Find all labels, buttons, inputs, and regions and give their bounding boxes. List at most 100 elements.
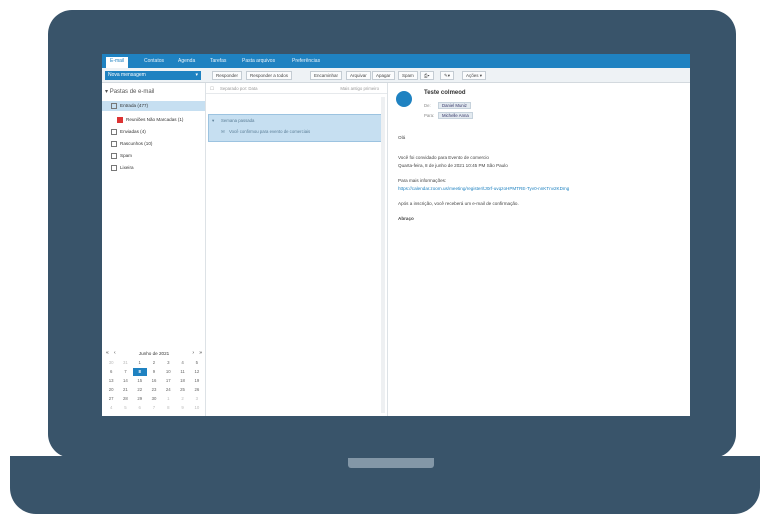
tab-tasks[interactable]: Tarefas [206,57,230,66]
prev-month-icon[interactable]: ‹ [114,349,116,358]
folder-sidebar: ▾ Pastas de e-mail Entrada (477) Reuniõe… [102,83,206,416]
print-icon[interactable]: ⎙▾ [420,71,434,80]
calendar-day[interactable]: 6 [104,368,118,376]
calendar-day[interactable]: 27 [104,395,118,403]
calendar-day[interactable]: 17 [161,377,175,385]
tab-contacts[interactable]: Contatos [140,57,168,66]
calendar-day[interactable]: 7 [147,404,161,412]
calendar-day[interactable]: 29 [133,395,147,403]
toolbar: Nova mensagem ▾ Responder Responder a tod… [102,68,690,83]
to-label: Para: [424,113,435,118]
folder-spam[interactable]: Spam [102,151,205,161]
reading-pane: Teste colmeod De: Daniel Muniz Para: Mic… [388,83,690,416]
sort-by-dropdown[interactable]: Separado por: Data [220,83,258,94]
folder-inbox[interactable]: Entrada (477) [102,101,205,111]
body-line-info: Para mais informações: [398,178,447,183]
calendar-day[interactable]: 23 [147,386,161,394]
calendar-day[interactable]: 4 [104,404,118,412]
new-menu-chevron-icon[interactable]: ▾ [195,71,198,80]
calendar-day[interactable]: 11 [175,368,189,376]
tab-email[interactable]: E-mail [106,57,129,68]
sort-order-button[interactable]: Mais antigo primeiro [340,83,379,94]
next-month-icon[interactable]: › [192,349,194,358]
expand-icon[interactable]: ▾ [212,118,214,124]
calendar-day[interactable]: 5 [190,359,204,367]
prev-year-icon[interactable]: « [106,349,109,358]
calendar-day[interactable]: 9 [175,404,189,412]
new-message-label: Nova mensagem [108,72,146,78]
tab-files[interactable]: Pasta arquivos [238,57,279,66]
calendar-day[interactable]: 25 [175,386,189,394]
folder-sent[interactable]: Enviadas (4) [102,127,205,137]
message-subject: Teste colmeod [424,90,466,96]
calendar-day[interactable]: 3 [190,395,204,403]
folder-drafts[interactable]: Rascunhos (10) [102,139,205,149]
calendar-day[interactable]: 10 [161,368,175,376]
calendar-day[interactable]: 9 [147,368,161,376]
calendar-day[interactable]: 1 [161,395,175,403]
app-nav-bar: E-mail Contatos Agenda Tarefas Pasta arq… [102,54,690,68]
calendar-day[interactable]: 24 [161,386,175,394]
folders-header[interactable]: ▾ Pastas de e-mail [105,88,154,95]
calendar-day[interactable]: 30 [104,359,118,367]
from-chip[interactable]: Daniel Muniz [438,102,471,109]
calendar-day[interactable]: 7 [118,368,132,376]
tag-icon[interactable]: ✎▾ [440,71,455,80]
tab-calendar[interactable]: Agenda [174,57,199,66]
forward-button[interactable]: Encaminhar [310,71,343,80]
folder-label: Rascunhos (10) [120,141,153,146]
reply-button[interactable]: Responder [212,71,243,80]
calendar-day[interactable]: 15 [133,377,147,385]
mini-calendar: « ‹ Junho de 2021 › » 30 31 1 2 3 4 5 6 7 8 9 10 11 1… [104,349,204,412]
calendar-day[interactable]: 31 [118,359,132,367]
spam-button[interactable]: Spam [398,71,418,80]
folder-label: Enviadas (4) [120,129,146,134]
message-icon: ✉ [221,129,225,134]
delete-button[interactable]: Apagar [372,71,395,80]
reply-all-button[interactable]: Responder a todos [246,71,293,80]
folder-trash[interactable]: Lixeira [102,163,205,173]
calendar-day[interactable]: 2 [175,395,189,403]
calendar-day[interactable]: 30 [147,395,161,403]
registration-link[interactable]: https://calendar.zoom.us/meeting/registe… [398,186,569,191]
calendar-day[interactable]: 18 [175,377,189,385]
archive-button[interactable]: Arquivar [346,71,371,80]
folders-title: Pastas de e-mail [109,89,155,95]
checkbox-icon[interactable]: ☐ [210,83,214,94]
calendar-day[interactable]: 3 [161,359,175,367]
tab-preferences[interactable]: Preferências [288,57,324,66]
calendar-day[interactable]: 14 [118,377,132,385]
calendar-day[interactable]: 12 [190,368,204,376]
calendar-day[interactable]: 13 [104,377,118,385]
calendar-day[interactable]: 19 [190,377,204,385]
calendar-day[interactable]: 6 [133,404,147,412]
calendar-day[interactable]: 1 [133,359,147,367]
drafts-icon [111,141,117,147]
calendar-day[interactable]: 26 [190,386,204,394]
from-label: De: [424,103,431,108]
calendar-day[interactable]: 16 [147,377,161,385]
calendar-day[interactable]: 28 [118,395,132,403]
next-year-icon[interactable]: » [199,349,202,358]
calendar-day[interactable]: 22 [133,386,147,394]
calendar-day[interactable]: 4 [175,359,189,367]
calendar-day[interactable]: 21 [118,386,132,394]
calendar-day[interactable]: 2 [147,359,161,367]
calendar-day[interactable]: 5 [118,404,132,412]
body-line-invite: Você foi convidado para Evento de comerc… [398,155,489,160]
actions-button[interactable]: Ações ▾ [462,71,487,80]
to-chip[interactable]: Michelle Anna [438,112,473,119]
message-group-selected[interactable]: ▾ Semana passada ✉ Você confirmou para e… [208,114,384,142]
calendar-day[interactable]: 10 [190,404,204,412]
group-label: Semana passada [221,118,255,123]
new-message-button[interactable]: Nova mensagem ▾ [105,71,201,80]
message-list-scrollbar[interactable] [381,97,385,413]
calendar-day[interactable]: 20 [104,386,118,394]
calendar-day[interactable]: 8 [161,404,175,412]
calendar-day[interactable]: 8 [132,368,147,376]
calendar-month: Junho de 2021 [138,351,170,356]
sort-bar: ☐ Separado por: Data Mais antigo primeir… [206,83,387,94]
laptop-notch [348,458,434,468]
folder-unmarked-meetings[interactable]: Reuniões Não Marcadas (1) [102,115,205,125]
list-item[interactable]: Você confirmou para evento de comerciais [229,129,310,134]
